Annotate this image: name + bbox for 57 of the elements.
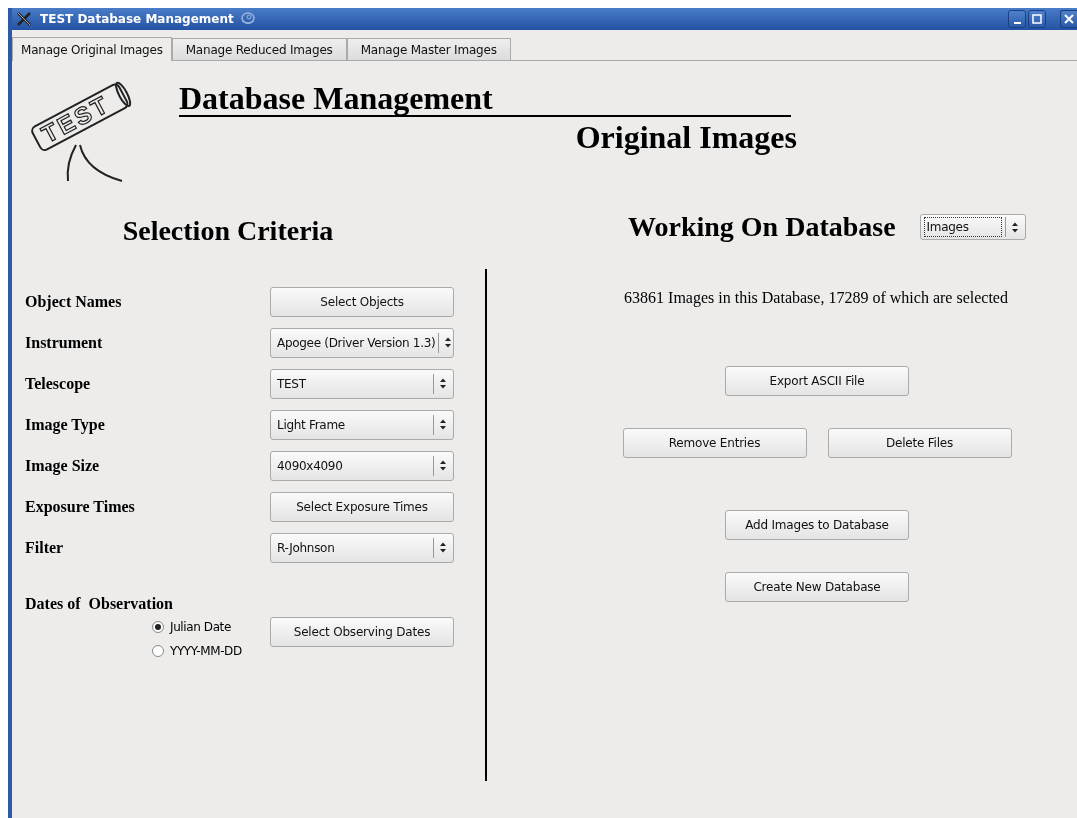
dropdown[interactable]: TEST	[270, 368, 454, 399]
field-label: Telescope	[25, 374, 92, 393]
maximize-button[interactable]	[1028, 10, 1046, 28]
action-button[interactable]: Add Images to Database	[725, 510, 909, 540]
minimize-button[interactable]	[1008, 10, 1026, 28]
dropdown-value: Apogee (Driver Version 1.3)	[277, 335, 436, 350]
close-button[interactable]	[1060, 10, 1077, 28]
radio-label: Julian Date	[170, 620, 231, 634]
page-subtitle: Original Images	[574, 118, 797, 157]
dropdown-value: 4090x4090	[277, 458, 344, 473]
field-label: Exposure Times	[25, 497, 136, 516]
x-icon	[16, 11, 32, 27]
action-button[interactable]: Create New Database	[725, 572, 909, 602]
page-title: Database Management	[179, 79, 791, 117]
field-label: Filter	[25, 538, 65, 557]
section-heading: Selection Criteria	[121, 214, 335, 248]
dropdown[interactable]: R-Johnson	[270, 532, 454, 563]
action-button[interactable]: Delete Files	[827, 428, 1012, 458]
select-button[interactable]: Select Exposure Times	[270, 491, 454, 522]
updown-arrows-icon	[1010, 221, 1019, 233]
field-label: Image Type	[25, 415, 106, 434]
field-label: Image Size	[25, 456, 101, 475]
field-label: Dates of Observation	[25, 595, 174, 613]
dropdown-value: Images	[923, 217, 1002, 237]
field-label: Object Names	[25, 292, 123, 311]
section-heading: Working On Database	[628, 211, 896, 243]
dropdown-value: TEST	[277, 376, 307, 391]
dropdown[interactable]: Apogee (Driver Version 1.3)	[270, 327, 454, 358]
maximize-icon	[1032, 14, 1042, 24]
dropdown[interactable]: 4090x4090	[270, 450, 454, 481]
action-button[interactable]: Remove Entries	[622, 428, 807, 458]
field-label: Instrument	[25, 333, 104, 352]
dropdown[interactable]: Images	[919, 214, 1026, 240]
database-summary: 63861 Images in this Database, 17289 of which are selected	[623, 289, 1009, 307]
updown-arrows-icon	[439, 460, 447, 471]
radio-button[interactable]	[152, 645, 164, 657]
dropdown-value: Light Frame	[277, 417, 346, 432]
tab[interactable]: Manage Reduced Images	[171, 38, 347, 60]
select-button[interactable]: Select Objects	[270, 286, 454, 317]
updown-arrows-icon	[439, 419, 447, 430]
radio-option[interactable]: YYYY-MM-DD	[152, 639, 270, 663]
window-title: TEST Database Management	[40, 12, 234, 26]
updown-arrows-icon	[439, 378, 447, 389]
radio-button[interactable]	[152, 621, 164, 633]
dropdown[interactable]: Light Frame	[270, 409, 454, 440]
tab[interactable]: Manage Master Images	[346, 38, 511, 60]
select-button[interactable]: Select Observing Dates	[270, 617, 454, 647]
swirl-icon	[239, 11, 256, 27]
updown-arrows-icon	[439, 542, 447, 553]
dropdown-value: R-Johnson	[277, 540, 336, 555]
action-button[interactable]: Export ASCII File	[725, 366, 909, 396]
tab[interactable]: Manage Original Images	[12, 37, 172, 61]
radio-label: YYYY-MM-DD	[170, 644, 242, 658]
close-icon	[1064, 14, 1074, 24]
minimize-icon	[1013, 22, 1021, 24]
updown-arrows-icon	[444, 337, 453, 348]
radio-option[interactable]: Julian Date	[152, 615, 270, 639]
